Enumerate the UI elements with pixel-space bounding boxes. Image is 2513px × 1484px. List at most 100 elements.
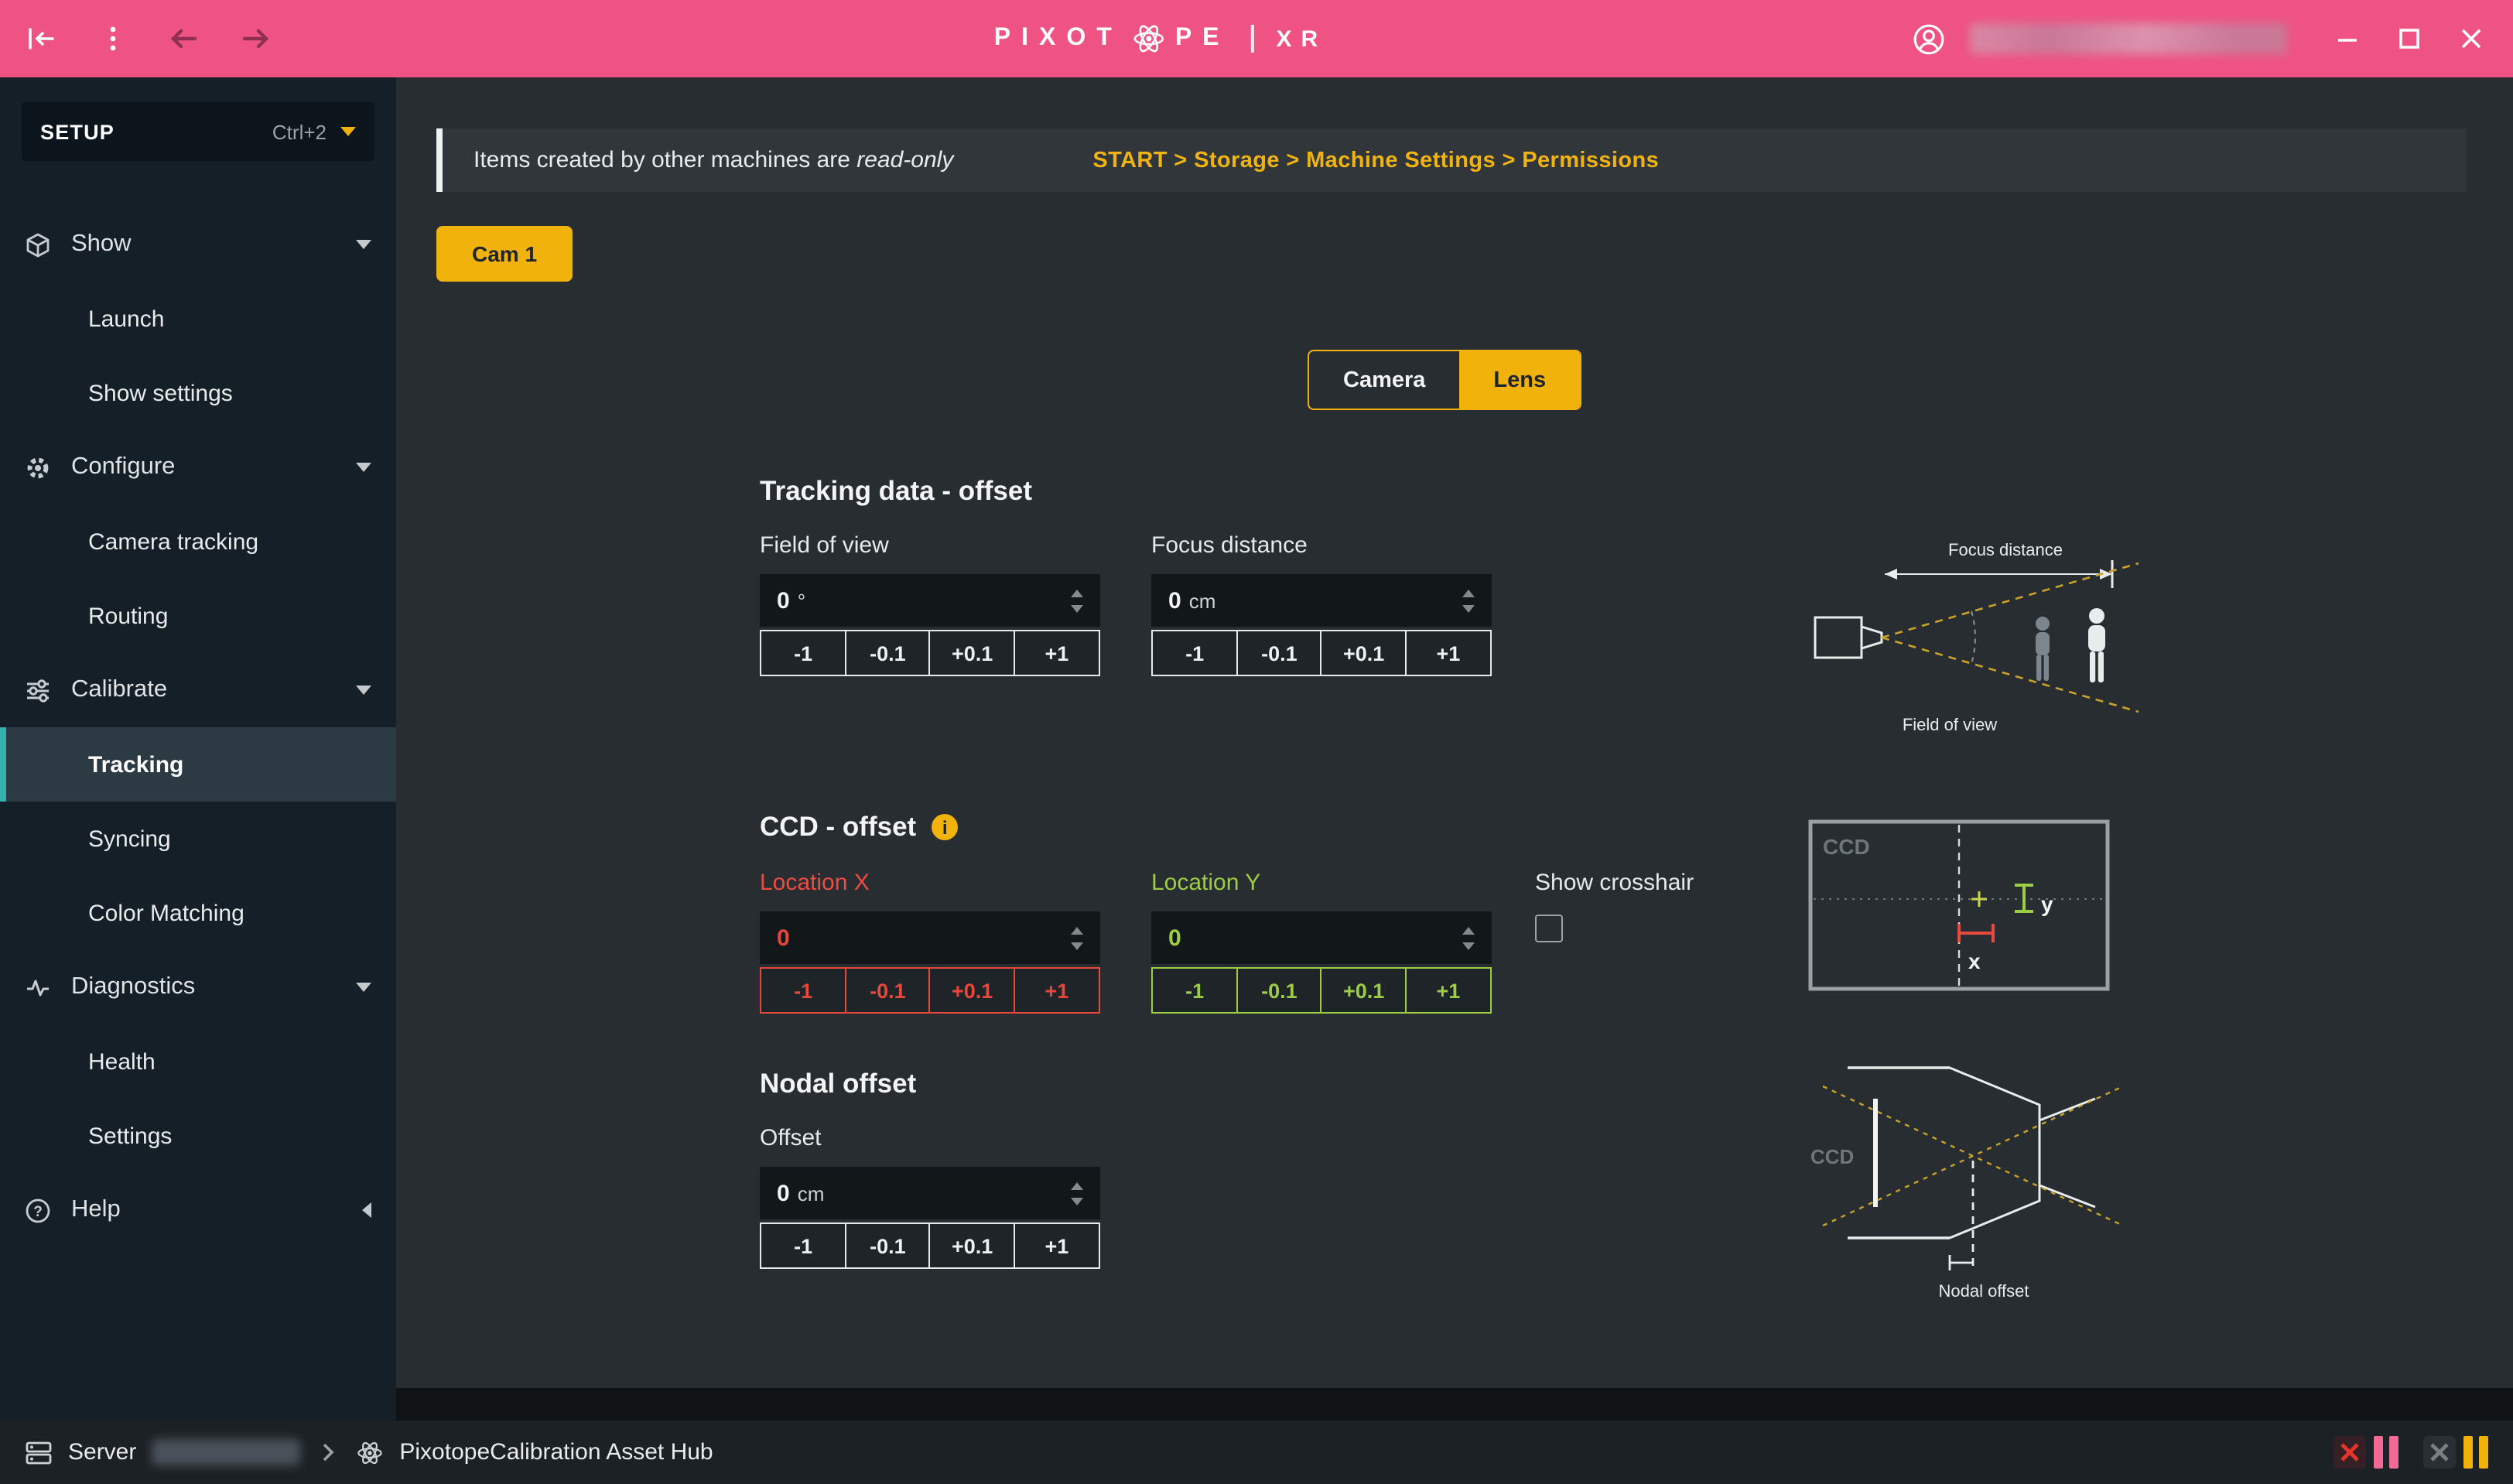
close-button[interactable] — [2451, 19, 2491, 59]
collapse-sidebar-icon[interactable] — [22, 19, 62, 59]
gear-icon — [25, 454, 51, 480]
server-label[interactable]: Server — [68, 1439, 136, 1465]
sidebar-item-settings[interactable]: Settings — [0, 1099, 396, 1173]
step-buttons: -1 -0.1 +0.1 +1 — [760, 1222, 1100, 1269]
stepper-down-icon[interactable] — [1462, 604, 1475, 612]
step-minus-1-button[interactable]: -1 — [1151, 967, 1238, 1014]
show-crosshair-checkbox[interactable] — [1535, 915, 1563, 942]
step-plus-01-button[interactable]: +0.1 — [1321, 630, 1407, 676]
chevron-right-icon — [322, 1442, 334, 1462]
unit-label: cm — [1189, 589, 1216, 612]
stepper-up-icon[interactable] — [1071, 589, 1083, 597]
step-plus-01-button[interactable]: +0.1 — [929, 1222, 1016, 1269]
pause-bars-icon — [2374, 1436, 2398, 1469]
sidebar-item-show[interactable]: Show — [0, 207, 396, 282]
step-minus-01-button[interactable]: -0.1 — [1236, 630, 1322, 676]
value-stepper — [1462, 920, 1475, 956]
breadcrumb[interactable]: START > Storage > Machine Settings > Per… — [1092, 148, 1659, 173]
location-y-input[interactable]: 0 — [1151, 911, 1492, 964]
forward-icon[interactable] — [235, 19, 275, 59]
sidebar-item-color-matching[interactable]: Color Matching — [0, 876, 396, 950]
cam-1-button[interactable]: Cam 1 — [436, 226, 573, 282]
step-minus-1-button[interactable]: -1 — [1151, 630, 1238, 676]
sidebar-item-tracking[interactable]: Tracking — [0, 727, 396, 802]
step-minus-01-button[interactable]: -0.1 — [844, 1222, 931, 1269]
step-plus-1-button[interactable]: +1 — [1405, 630, 1492, 676]
sidebar-item-launch[interactable]: Launch — [0, 282, 396, 356]
stepper-down-icon[interactable] — [1462, 942, 1475, 949]
sidebar-item-calibrate[interactable]: Calibrate — [0, 653, 396, 727]
sidebar-item-syncing[interactable]: Syncing — [0, 802, 396, 876]
logo-text-right: PE — [1175, 25, 1230, 53]
value-stepper — [1071, 583, 1083, 618]
focus-distance-input[interactable]: 0 cm — [1151, 574, 1492, 627]
product-name: XR — [1277, 26, 1328, 52]
step-minus-01-button[interactable]: -0.1 — [844, 967, 931, 1014]
step-plus-01-button[interactable]: +0.1 — [929, 630, 1016, 676]
info-icon[interactable]: i — [932, 814, 958, 840]
step-minus-1-button[interactable]: -1 — [760, 967, 846, 1014]
stepper-down-icon[interactable] — [1071, 1197, 1083, 1205]
sidebar-item-label: Help — [71, 1196, 121, 1224]
nodal-offset-field: Offset 0 cm -1 -0.1 +0.1 +1 — [760, 1125, 1100, 1269]
content-bottom-strip — [396, 1388, 2513, 1421]
ccd-offset-title: CCD - offset i — [760, 811, 958, 843]
sidebar-item-show-settings[interactable]: Show settings — [0, 356, 396, 430]
sidebar-item-label: Tracking — [88, 751, 183, 778]
camera-lens-tabs: Camera Lens — [1308, 350, 1581, 410]
setup-mode-dropdown[interactable]: SETUP Ctrl+2 — [22, 102, 374, 161]
svg-text:CCD: CCD — [1823, 835, 1870, 859]
stepper-down-icon[interactable] — [1071, 942, 1083, 949]
step-buttons: -1 -0.1 +0.1 +1 — [1151, 967, 1492, 1014]
step-plus-1-button[interactable]: +1 — [1014, 967, 1100, 1014]
sidebar-item-label: Routing — [88, 603, 168, 629]
sidebar-item-label: Syncing — [88, 826, 171, 852]
sidebar-item-routing[interactable]: Routing — [0, 579, 396, 653]
location-x-input[interactable]: 0 — [760, 911, 1100, 964]
sidebar-item-label: Launch — [88, 306, 164, 332]
titlebar: PIXOT PE XR — [0, 0, 2513, 77]
step-minus-01-button[interactable]: -0.1 — [844, 630, 931, 676]
step-plus-01-button[interactable]: +0.1 — [929, 967, 1016, 1014]
status-indicator-primary[interactable] — [2334, 1436, 2398, 1469]
tab-lens[interactable]: Lens — [1459, 351, 1580, 409]
pixotope-atom-icon — [356, 1438, 384, 1466]
field-of-view-input[interactable]: 0 ° — [760, 574, 1100, 627]
stepper-up-icon[interactable] — [1071, 926, 1083, 934]
stepper-up-icon[interactable] — [1462, 589, 1475, 597]
unit-label: ° — [798, 589, 805, 612]
step-plus-01-button[interactable]: +0.1 — [1321, 967, 1407, 1014]
sidebar-item-camera-tracking[interactable]: Camera tracking — [0, 504, 396, 579]
offset-input[interactable]: 0 cm — [760, 1167, 1100, 1219]
sidebar-item-diagnostics[interactable]: Diagnostics — [0, 950, 396, 1024]
status-indicator-secondary[interactable] — [2423, 1436, 2488, 1469]
sidebar-item-help[interactable]: ? Help — [0, 1173, 396, 1247]
maximize-button[interactable] — [2389, 19, 2429, 59]
show-icon — [25, 231, 51, 258]
chevron-down-icon — [356, 240, 371, 249]
step-plus-1-button[interactable]: +1 — [1014, 1222, 1100, 1269]
step-plus-1-button[interactable]: +1 — [1014, 630, 1100, 676]
stepper-down-icon[interactable] — [1071, 604, 1083, 612]
stepper-up-icon[interactable] — [1462, 926, 1475, 934]
stepper-up-icon[interactable] — [1071, 1181, 1083, 1189]
sidebar-item-health[interactable]: Health — [0, 1024, 396, 1099]
step-minus-1-button[interactable]: -1 — [760, 630, 846, 676]
minimize-button[interactable] — [2327, 19, 2368, 59]
step-minus-1-button[interactable]: -1 — [760, 1222, 846, 1269]
svg-text:CCD: CCD — [1810, 1145, 1854, 1168]
location-y-label: Location Y — [1151, 870, 1492, 898]
field-of-view-label: Field of view — [760, 532, 1100, 560]
atom-icon — [1132, 22, 1166, 56]
chevron-left-icon — [362, 1202, 371, 1218]
field-of-view-diagram: Focus distance — [1807, 535, 2151, 747]
account-icon[interactable] — [1908, 19, 1948, 59]
step-plus-1-button[interactable]: +1 — [1405, 967, 1492, 1014]
tab-camera[interactable]: Camera — [1309, 351, 1459, 409]
step-minus-01-button[interactable]: -0.1 — [1236, 967, 1322, 1014]
kebab-menu-icon[interactable] — [93, 19, 133, 59]
asset-hub-label[interactable]: PixotopeCalibration Asset Hub — [399, 1439, 713, 1465]
sidebar-item-label: Diagnostics — [71, 973, 195, 1001]
sidebar-item-configure[interactable]: Configure — [0, 430, 396, 504]
back-icon[interactable] — [164, 19, 204, 59]
